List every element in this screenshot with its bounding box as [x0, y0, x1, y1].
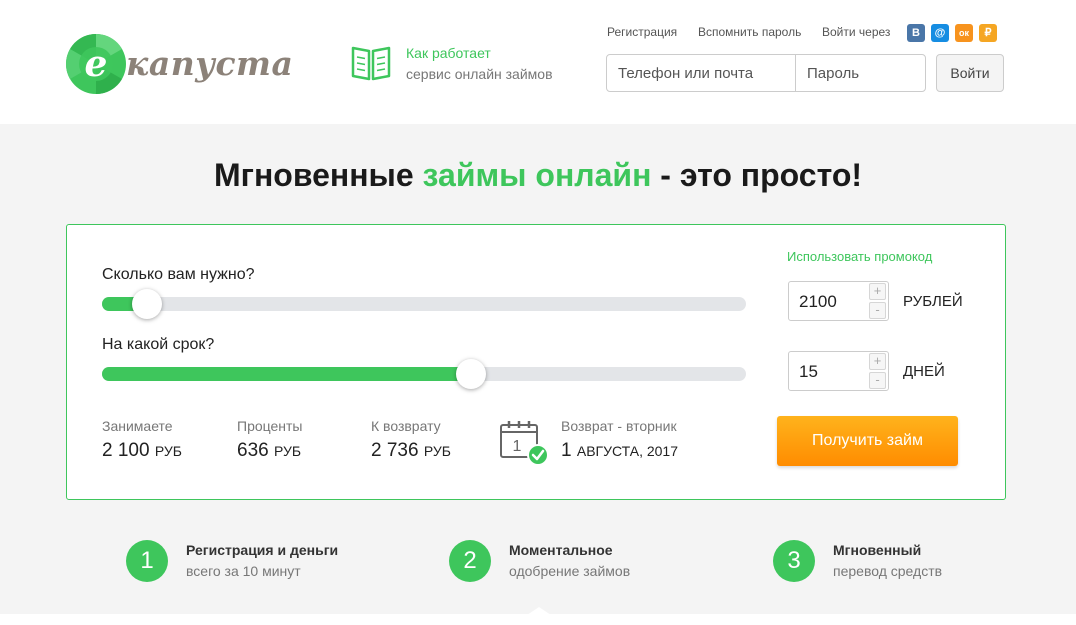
- title-part2: - это просто!: [651, 157, 863, 193]
- term-slider-handle[interactable]: [456, 359, 486, 389]
- repay-label: К возврату: [371, 418, 441, 434]
- vk-icon[interactable]: В: [907, 24, 925, 42]
- borrow-amount: 2 100: [102, 440, 150, 461]
- term-slider-fill: [102, 367, 471, 381]
- amount-label: Сколько вам нужно?: [102, 266, 255, 283]
- amount-input[interactable]: 2100 + -: [788, 281, 889, 321]
- step-subtitle: одобрение займов: [509, 563, 631, 579]
- loan-calculator: Сколько вам нужно? На какой срок? Исполь…: [66, 224, 1006, 500]
- how-it-works-title: Как работает: [406, 45, 491, 61]
- return-month-year: АВГУСТА, 2017: [576, 443, 679, 459]
- borrow-value: 2 100 РУБ: [102, 440, 182, 462]
- page-title: Мгновенные займы онлайн - это просто!: [0, 157, 1076, 194]
- repay-value: 2 736 РУБ: [371, 440, 451, 462]
- login-button[interactable]: Войти: [936, 54, 1004, 92]
- amount-slider[interactable]: [102, 289, 746, 319]
- step-number: 3: [773, 540, 815, 582]
- term-input[interactable]: 15 + -: [788, 351, 889, 391]
- term-slider[interactable]: [102, 359, 746, 389]
- calendar-check-icon: 1: [500, 421, 549, 466]
- title-part1: Мгновенные: [213, 157, 423, 193]
- step-number: 1: [126, 540, 168, 582]
- login-form: [606, 54, 926, 92]
- term-value: 15: [799, 362, 818, 381]
- return-day: 1: [561, 440, 572, 461]
- step-title: Моментальное: [509, 542, 613, 558]
- login-input[interactable]: [607, 55, 795, 91]
- step-title: Мгновенный: [833, 542, 922, 558]
- amount-minus-button[interactable]: -: [869, 302, 886, 319]
- borrow-label: Занимаете: [102, 418, 173, 434]
- return-date: 1 АВГУСТА, 2017: [561, 440, 678, 462]
- step-number: 2: [449, 540, 491, 582]
- interest-amount: 636: [237, 440, 269, 461]
- term-unit: ДНЕЙ: [903, 363, 945, 380]
- repay-currency: РУБ: [423, 443, 451, 459]
- amount-slider-handle[interactable]: [132, 289, 163, 319]
- mail-ru-icon[interactable]: @: [931, 24, 949, 42]
- amount-unit: РУБЛЕЙ: [903, 293, 963, 310]
- next-section: [0, 614, 1076, 625]
- step-subtitle: перевод средств: [833, 563, 943, 579]
- term-minus-button[interactable]: -: [869, 372, 886, 389]
- interest-value: 636 РУБ: [237, 440, 301, 462]
- return-day-label: Возврат - вторник: [561, 418, 677, 434]
- odnoklassniki-icon[interactable]: ок: [955, 24, 973, 42]
- term-plus-button[interactable]: +: [869, 353, 886, 370]
- interest-currency: РУБ: [273, 443, 302, 459]
- calendar-day: 1: [513, 438, 522, 455]
- how-it-works-subtitle: сервис онлайн займов: [406, 66, 553, 82]
- repay-amount: 2 736: [371, 440, 419, 461]
- borrow-currency: РУБ: [154, 443, 182, 459]
- book-icon: [351, 46, 391, 81]
- recover-password-link[interactable]: Вспомнить пароль: [698, 25, 801, 39]
- password-input[interactable]: [796, 55, 925, 91]
- step-title: Регистрация и деньги: [186, 542, 339, 558]
- title-highlight: займы онлайн: [422, 157, 652, 193]
- login-via-label: Войти через: [822, 25, 891, 39]
- get-loan-button[interactable]: Получить займ: [777, 416, 958, 466]
- logo-letter: e: [85, 43, 108, 85]
- amount-plus-button[interactable]: +: [869, 283, 886, 300]
- term-label: На какой срок?: [102, 336, 215, 353]
- logo-text[interactable]: капуста: [126, 44, 293, 83]
- amount-value: 2100: [799, 292, 837, 311]
- header: e капуста Как работает сервис онлайн зай…: [0, 0, 1076, 124]
- register-link[interactable]: Регистрация: [607, 25, 677, 39]
- step-subtitle: всего за 10 минут: [186, 563, 301, 579]
- interest-label: Проценты: [237, 418, 303, 434]
- promo-code-link[interactable]: Использовать промокод: [787, 249, 932, 264]
- yandex-money-icon[interactable]: ₽: [979, 24, 997, 42]
